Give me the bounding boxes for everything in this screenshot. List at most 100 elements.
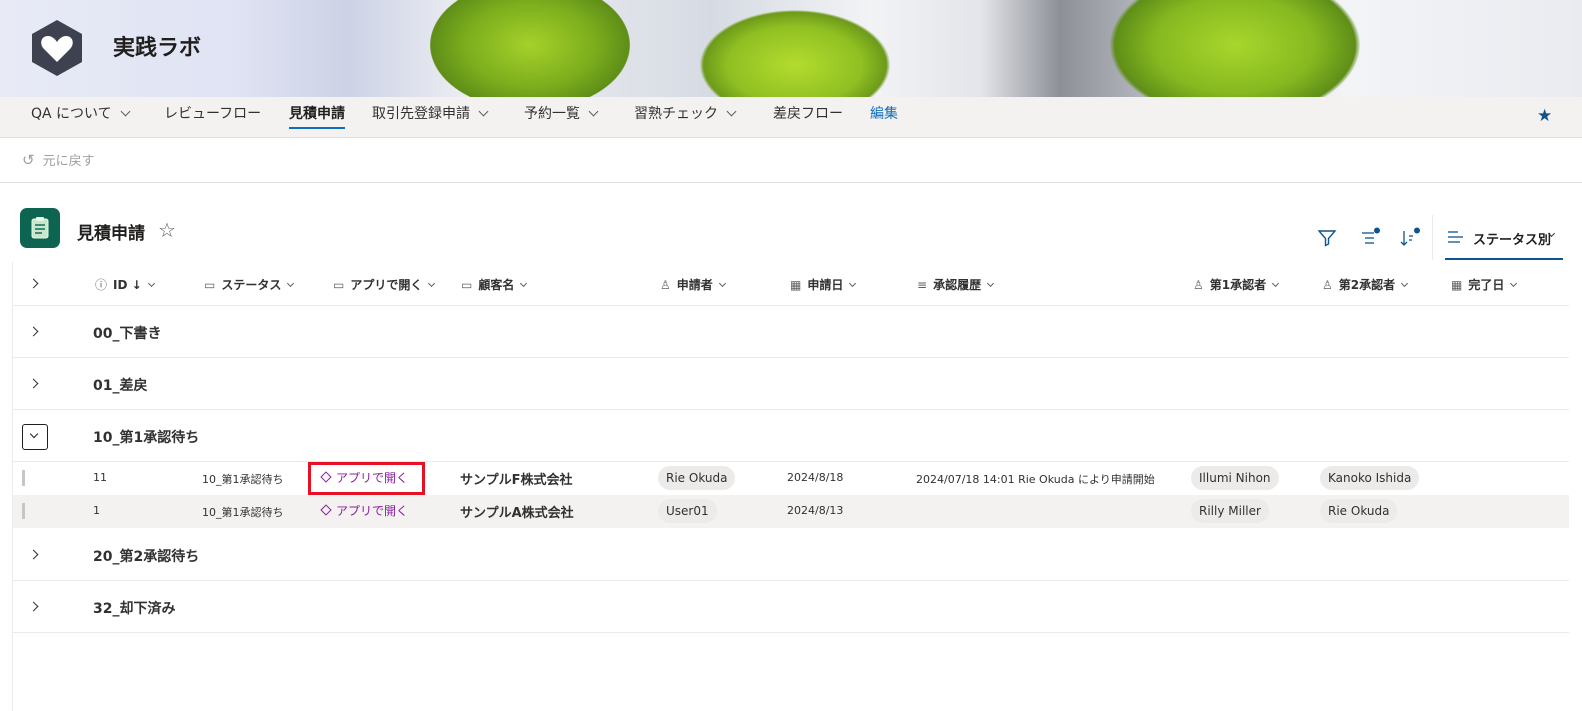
group-name: 00_下書き (93, 326, 162, 342)
chevron-down-icon (147, 279, 155, 288)
chevron-down-icon (520, 279, 528, 288)
list-title: 見積申請 (77, 224, 145, 244)
first-approver-pill[interactable]: Rilly Miller (1191, 499, 1269, 523)
banner-moss-decoration (700, 10, 890, 97)
nav-item-qa[interactable]: QA について (31, 105, 131, 129)
command-bar (0, 138, 1582, 183)
calendar-icon: ▦ (1451, 278, 1463, 292)
cell-status: 10_第1承認待ち (202, 473, 284, 486)
undo-button[interactable]: ↺ 元に戻す (22, 150, 95, 169)
applicant-pill[interactable]: User01 (658, 499, 717, 523)
chevron-down-icon (1510, 279, 1518, 288)
nav-item-label: 取引先登録申請 (372, 106, 470, 122)
undo-icon: ↺ (22, 151, 35, 169)
cell-application-date: 2024/8/13 (787, 504, 844, 517)
chevron-down-icon (849, 279, 857, 288)
favorite-star-icon[interactable]: ☆ (158, 218, 176, 242)
table-row[interactable]: 1 10_第1承認待ち アプリで開く サンプルA株式会社 User01 2024… (13, 495, 1569, 528)
text-column-icon: ▭ (204, 278, 216, 292)
chevron-down-icon (987, 279, 995, 288)
column-header-second-approver[interactable]: ♙ 第2承認者 (1322, 276, 1409, 293)
column-header-label: 申請日 (807, 278, 844, 292)
nav-item-label: 差戻フロー (773, 106, 843, 122)
top-navigation: QA について レビューフロー 見積申請 取引先登録申請 予約一覧 習熟チェック… (0, 97, 1582, 138)
group-name: 32_却下済み (93, 601, 176, 617)
column-header-customer[interactable]: ▭ 顧客名 (461, 276, 528, 293)
group-name: 10_第1承認待ち (93, 430, 200, 446)
chevron-right-icon[interactable] (28, 549, 39, 560)
calendar-icon: ▦ (790, 278, 802, 292)
site-logo-icon[interactable] (29, 18, 85, 78)
group-header[interactable]: 00_下書き (13, 306, 1569, 358)
nav-item-estimate-request[interactable]: 見積申請 (289, 105, 345, 129)
list-grid: ⓘ ID ↓ ▭ ステータス ▭ アプリで開く ▭ 顧客名 ♙ 申請者 ▦ 申請日 ≡ 承認履… (12, 262, 1569, 711)
row-selector[interactable] (22, 503, 25, 519)
nav-item-review-flow[interactable]: レビューフロー (164, 105, 261, 129)
chevron-right-icon[interactable] (28, 601, 39, 612)
follow-star-icon[interactable]: ★ (1537, 106, 1552, 126)
chevron-down-icon (120, 106, 131, 117)
view-list-icon (1448, 231, 1463, 243)
cell-status: 10_第1承認待ち (202, 506, 284, 519)
chevron-down-icon (1272, 279, 1280, 288)
multiline-text-icon: ≡ (917, 278, 928, 292)
group-by-icon[interactable] (1358, 227, 1380, 249)
group-header[interactable]: 20_第2承認待ち (13, 529, 1569, 581)
chevron-down-icon (428, 279, 436, 288)
nav-item-reservations[interactable]: 予約一覧 (524, 105, 599, 129)
column-header-approval-history[interactable]: ≡ 承認履歴 (917, 276, 995, 293)
site-title[interactable]: 実践ラボ (113, 30, 201, 62)
chevron-down-icon (29, 429, 39, 439)
sort-icon[interactable] (1398, 227, 1420, 249)
second-approver-pill[interactable]: Rie Okuda (1320, 499, 1398, 523)
column-header-applicant[interactable]: ♙ 申請者 (660, 276, 726, 293)
column-header-label: 第2承認者 (1338, 278, 1396, 292)
text-column-icon: ▭ (333, 278, 345, 292)
nav-item-return-flow[interactable]: 差戻フロー (773, 105, 843, 129)
cell-customer: サンプルA株式会社 (460, 506, 574, 521)
column-header-application-date[interactable]: ▦ 申請日 (790, 276, 857, 293)
open-in-app-link[interactable]: アプリで開く (320, 469, 408, 486)
nav-item-label: レビューフロー (164, 106, 262, 122)
column-header-status[interactable]: ▭ ステータス (204, 276, 295, 293)
view-switcher-underline (1445, 258, 1563, 260)
open-in-app-label: アプリで開く (336, 504, 409, 518)
collapse-group-button[interactable] (22, 424, 48, 450)
chevron-right-icon[interactable] (28, 378, 39, 389)
view-switcher-label: ステータス別 (1473, 233, 1552, 248)
nav-item-proficiency-check[interactable]: 習熟チェック (634, 105, 737, 129)
column-header-open-in-app[interactable]: ▭ アプリで開く (333, 276, 436, 293)
group-header-expanded[interactable]: 10_第1承認待ち (13, 410, 1569, 462)
row-selector[interactable] (22, 470, 25, 486)
column-header-label: 承認履歴 (933, 278, 982, 292)
column-header-id[interactable]: ⓘ ID ↓ (95, 276, 155, 293)
open-in-app-link[interactable]: アプリで開く (320, 502, 409, 519)
chevron-down-icon (718, 279, 726, 288)
nav-item-label: 習熟チェック (634, 106, 718, 122)
column-header-completion-date[interactable]: ▦ 完了日 (1451, 276, 1518, 293)
group-header[interactable]: 32_却下済み (13, 581, 1569, 633)
cell-id: 1 (93, 504, 100, 517)
person-icon: ♙ (660, 278, 671, 292)
first-approver-pill[interactable]: Illumi Nihon (1191, 466, 1279, 490)
cell-customer: サンプルF株式会社 (460, 473, 573, 488)
column-header-first-approver[interactable]: ♙ 第1承認者 (1193, 276, 1280, 293)
person-icon: ♙ (1322, 278, 1333, 292)
list-icon (20, 208, 60, 248)
chevron-down-icon (1401, 279, 1409, 288)
app-link-icon (320, 471, 332, 483)
nav-edit-link[interactable]: 編集 (870, 105, 898, 129)
group-header[interactable]: 01_差戻 (13, 358, 1569, 410)
filter-icon[interactable] (1316, 227, 1338, 249)
chevron-down-icon (726, 106, 737, 117)
expand-all-chevron-icon[interactable] (28, 278, 39, 289)
nav-item-vendor-registration[interactable]: 取引先登録申請 (372, 105, 489, 129)
second-approver-pill[interactable]: Kanoko Ishida (1320, 466, 1420, 490)
view-switcher-button[interactable]: ステータス別 (1432, 215, 1566, 260)
column-header-label: 申請者 (676, 278, 713, 292)
group-name: 20_第2承認待ち (93, 549, 200, 565)
chevron-right-icon[interactable] (28, 326, 39, 337)
table-row[interactable]: 11 10_第1承認待ち アプリで開く サンプルF株式会社 Rie Okuda … (13, 462, 1569, 495)
applicant-pill[interactable]: Rie Okuda (658, 466, 736, 490)
column-header-label: アプリで開く (350, 278, 423, 292)
